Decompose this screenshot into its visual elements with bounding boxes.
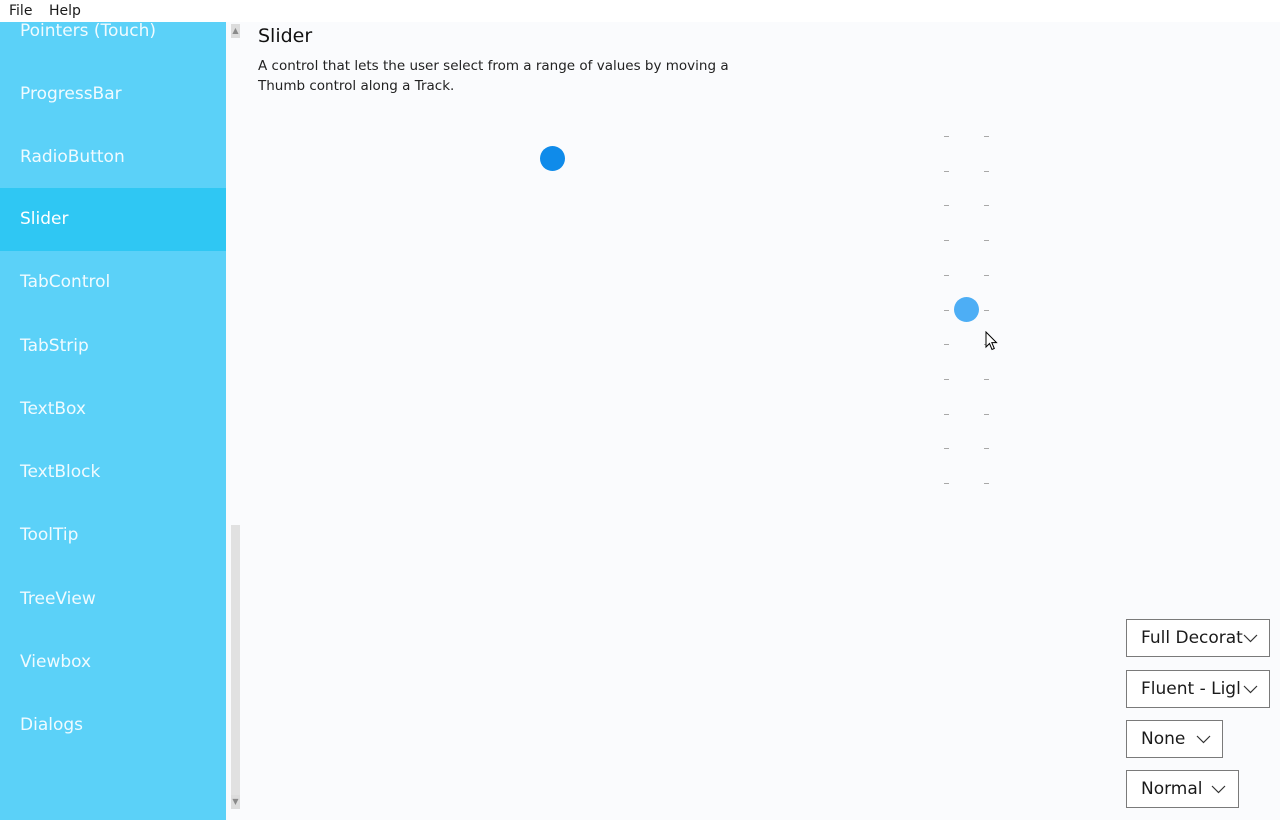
slider-thumb[interactable] (540, 146, 565, 171)
sidebar-item-radiobutton[interactable]: RadioButton (0, 126, 226, 189)
chevron-down-icon (1243, 685, 1258, 694)
slider-tick (944, 448, 949, 449)
sidebar-item-label: Pointers (Touch) (20, 22, 156, 41)
sidebar: Pointers (Touch) ProgressBar RadioButton… (0, 22, 226, 820)
sidebar-item-label: TreeView (20, 589, 96, 609)
combo-value: Full Decorat (1141, 628, 1243, 648)
slider-tick (984, 275, 989, 276)
sidebar-item-progressbar[interactable]: ProgressBar (0, 63, 226, 126)
theme-combobox[interactable]: Fluent - Ligl (1126, 670, 1270, 708)
slider-tick (944, 205, 949, 206)
sidebar-item-label: Dialogs (20, 715, 84, 735)
slider-thumb[interactable] (954, 297, 979, 322)
sidebar-item-label: Slider (20, 209, 69, 229)
menu-bar: File Help (0, 0, 1280, 22)
slider-tick (984, 171, 989, 172)
sidebar-item-label: TabControl (20, 272, 111, 292)
sidebar-scrollbar[interactable]: ▲ ▼ (228, 22, 243, 820)
decorations-combobox[interactable]: Full Decorat (1126, 619, 1270, 657)
sidebar-item-dialogs[interactable]: Dialogs (0, 694, 226, 757)
sidebar-item-treeview[interactable]: TreeView (0, 568, 226, 631)
slider-tick (944, 310, 949, 311)
slider-tick (984, 240, 989, 241)
combo-value: None (1141, 729, 1186, 749)
sidebar-item-label: ToolTip (20, 525, 79, 545)
transparency-combobox[interactable]: None (1126, 720, 1223, 758)
sidebar-item-pointers-touch[interactable]: Pointers (Touch) (0, 22, 226, 63)
page-description: A control that lets the user select from… (258, 58, 729, 94)
slider-tick (944, 379, 949, 380)
sidebar-item-label: TextBox (20, 399, 86, 419)
slider-tick (944, 483, 949, 484)
density-combobox[interactable]: Normal (1126, 770, 1239, 808)
menu-file[interactable]: File (9, 3, 32, 19)
combo-value: Normal (1141, 779, 1203, 799)
sidebar-item-slider[interactable]: Slider (0, 188, 226, 251)
sidebar-item-viewbox[interactable]: Viewbox (0, 631, 226, 694)
slider-tick (984, 310, 989, 311)
slider-tick (984, 379, 989, 380)
slider-tick (944, 240, 949, 241)
slider-tick (984, 483, 989, 484)
sidebar-item-label: TextBlock (20, 462, 101, 482)
scroll-up-icon[interactable]: ▲ (231, 24, 240, 38)
sidebar-item-label: TabStrip (20, 336, 89, 356)
sidebar-item-textblock[interactable]: TextBlock (0, 441, 226, 504)
scroll-down-icon[interactable]: ▼ (231, 795, 240, 809)
sidebar-item-label: Viewbox (20, 652, 92, 672)
page-title: Slider (258, 25, 313, 47)
slider-tick (984, 414, 989, 415)
sidebar-item-tabstrip[interactable]: TabStrip (0, 315, 226, 378)
slider-tick (944, 344, 949, 345)
chevron-down-icon (1196, 735, 1211, 744)
chevron-down-icon (1211, 785, 1226, 794)
scrollbar-thumb[interactable] (231, 525, 240, 796)
slider-tick (984, 448, 989, 449)
sidebar-item-label: RadioButton (20, 147, 125, 167)
combo-value: Fluent - Ligl (1141, 679, 1241, 699)
menu-help[interactable]: Help (49, 3, 81, 19)
slider-tick (984, 205, 989, 206)
sidebar-item-label: ProgressBar (20, 84, 122, 104)
slider-tick (944, 414, 949, 415)
chevron-down-icon (1243, 634, 1258, 643)
sidebar-item-tabcontrol[interactable]: TabControl (0, 251, 226, 314)
mouse-cursor-icon (985, 331, 998, 351)
sidebar-item-tooltip[interactable]: ToolTip (0, 504, 226, 567)
slider-tick (944, 275, 949, 276)
sidebar-item-textbox[interactable]: TextBox (0, 378, 226, 441)
slider-tick (944, 136, 949, 137)
slider-tick (984, 136, 989, 137)
slider-tick (944, 171, 949, 172)
